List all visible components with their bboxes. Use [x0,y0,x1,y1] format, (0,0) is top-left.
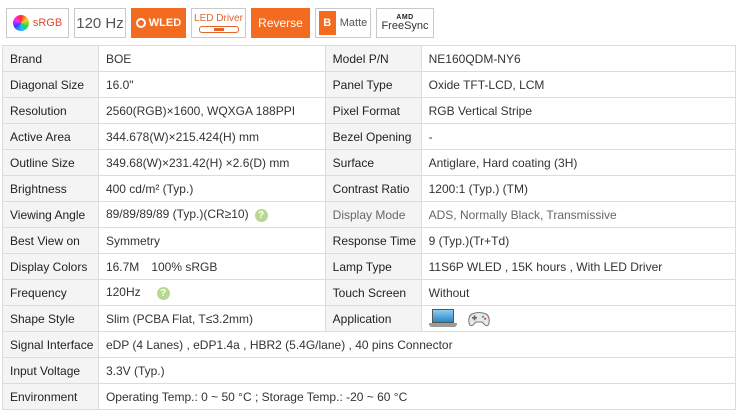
laptop-icon [428,309,457,328]
spec-value-frequency: 120Hz [105,285,141,300]
matte-letter-icon: B [318,11,336,35]
spec-label-diagonal: Diagonal Size [2,71,99,98]
spec-value-outline: 349.68(W)×231.42(H) ×2.6(D) mm [97,149,326,176]
spec-value-resolution: 2560(RGB)×1600, WQXGA 188PPI [97,97,326,124]
spec-label-panel-type: Panel Type [324,71,422,98]
table-row: Input Voltage 3.3V (Typ.) [2,357,737,384]
spec-value-brand: BOE [97,45,326,72]
gamepad-icon [467,311,490,326]
spec-label-surface: Surface [324,149,422,176]
spec-value-shape-style: Slim (PCBA Flat, T≤3.2mm) [97,305,326,332]
spec-label-best-view: Best View on [2,227,99,254]
table-row: Frequency 120Hz? Touch Screen Without [2,279,737,306]
srgb-badge: sRGB [6,8,69,38]
spec-value-lamp-type: 11S6P WLED , 15K hours , With LED Driver [420,253,737,280]
led-strip-icon [198,26,239,33]
spec-label-active-area: Active Area [2,123,99,150]
spec-value-environment: Operating Temp.: 0 ~ 50 °C ; Storage Tem… [97,383,737,410]
refresh-rate-badge: 120 Hz [74,8,126,38]
spec-value-bezel: - [420,123,737,150]
help-icon[interactable]: ? [156,286,170,300]
spec-value-best-view: Symmetry [97,227,326,254]
spec-label-touch-screen: Touch Screen [324,279,422,306]
table-row: Brightness 400 cd/m² (Typ.) Contrast Rat… [2,175,737,202]
table-row: Outline Size 349.68(W)×231.42(H) ×2.6(D)… [2,149,737,176]
table-row: Display Colors 16.7M 100% sRGB Lamp Type … [2,253,737,280]
spec-value-contrast: 1200:1 (Typ.) (TM) [420,175,737,202]
spec-value-signal-interface: eDP (4 Lanes) , eDP1.4a , HBR2 (5.4G/lan… [97,331,737,358]
bulb-icon [135,18,146,28]
feature-badge-bar: sRGB 120 Hz WLED LED Driver Reverse B Ma… [6,8,434,38]
table-row: Brand BOE Model P/N NE160QDM-NY6 [2,45,737,72]
spec-label-bezel: Bezel Opening [324,123,422,150]
spec-value-brightness: 400 cd/m² (Typ.) [97,175,326,202]
spec-value-model: NE160QDM-NY6 [420,45,737,72]
spec-label-brightness: Brightness [2,175,99,202]
spec-label-shape-style: Shape Style [2,305,99,332]
spec-value-panel-type: Oxide TFT-LCD, LCM [420,71,737,98]
spec-value-pixel-format: RGB Vertical Stripe [420,97,737,124]
spec-label-display-mode: Display Mode [324,201,422,228]
spec-value-surface: Antiglare, Hard coating (3H) [420,149,737,176]
table-row: Viewing Angle 89/89/89/89 (Typ.)(CR≥10)?… [2,201,737,228]
spec-value-viewing-angle: 89/89/89/89 (Typ.)(CR≥10) [105,207,249,222]
help-icon[interactable]: ? [254,208,268,222]
led-driver-badge: LED Driver [191,8,246,38]
spec-value-application [420,305,737,332]
spec-label-viewing-angle: Viewing Angle [2,201,99,228]
spec-label-environment: Environment [2,383,99,410]
spec-label-pixel-format: Pixel Format [324,97,422,124]
spec-label-contrast: Contrast Ratio [324,175,422,202]
spec-value-response-time: 9 (Typ.)(Tr+Td) [420,227,737,254]
table-row: Shape Style Slim (PCBA Flat, T≤3.2mm) Ap… [2,305,737,332]
table-row: Best View on Symmetry Response Time 9 (T… [2,227,737,254]
spec-value-diagonal: 16.0" [97,71,326,98]
spec-label-application: Application [324,305,422,332]
spec-label-model: Model P/N [324,45,422,72]
spec-label-brand: Brand [2,45,99,72]
spec-value-display-mode: ADS, Normally Black, Transmissive [420,201,737,228]
spec-label-resolution: Resolution [2,97,99,124]
color-wheel-icon [12,15,29,31]
spec-cell-display-colors: 16.7M 100% sRGB [97,253,326,280]
freesync-badge: AMD FreeSync [376,8,434,38]
table-row: Active Area 344.678(W)×215.424(H) mm Bez… [2,123,737,150]
spec-table: Brand BOE Model P/N NE160QDM-NY6 Diagona… [2,45,737,410]
spec-value-color-gamut: 100% sRGB [151,259,218,274]
spec-value-display-colors: 16.7M [105,259,140,274]
reverse-badge: Reverse [251,8,310,38]
matte-badge: B Matte [315,8,371,38]
table-row: Signal Interface eDP (4 Lanes) , eDP1.4a… [2,331,737,358]
table-row: Resolution 2560(RGB)×1600, WQXGA 188PPI … [2,97,737,124]
table-row: Diagonal Size 16.0" Panel Type Oxide TFT… [2,71,737,98]
spec-cell-viewing-angle: 89/89/89/89 (Typ.)(CR≥10)? [97,201,326,228]
table-row: Environment Operating Temp.: 0 ~ 50 °C ;… [2,383,737,410]
spec-label-input-voltage: Input Voltage [2,357,99,384]
spec-value-input-voltage: 3.3V (Typ.) [97,357,737,384]
wled-badge: WLED [131,8,186,38]
spec-label-response-time: Response Time [324,227,422,254]
spec-label-display-colors: Display Colors [2,253,99,280]
spec-cell-frequency: 120Hz? [97,279,326,306]
spec-label-frequency: Frequency [2,279,99,306]
spec-label-lamp-type: Lamp Type [324,253,422,280]
spec-label-signal-interface: Signal Interface [2,331,99,358]
spec-label-outline: Outline Size [2,149,99,176]
spec-value-touch-screen: Without [420,279,737,306]
spec-value-active-area: 344.678(W)×215.424(H) mm [97,123,326,150]
